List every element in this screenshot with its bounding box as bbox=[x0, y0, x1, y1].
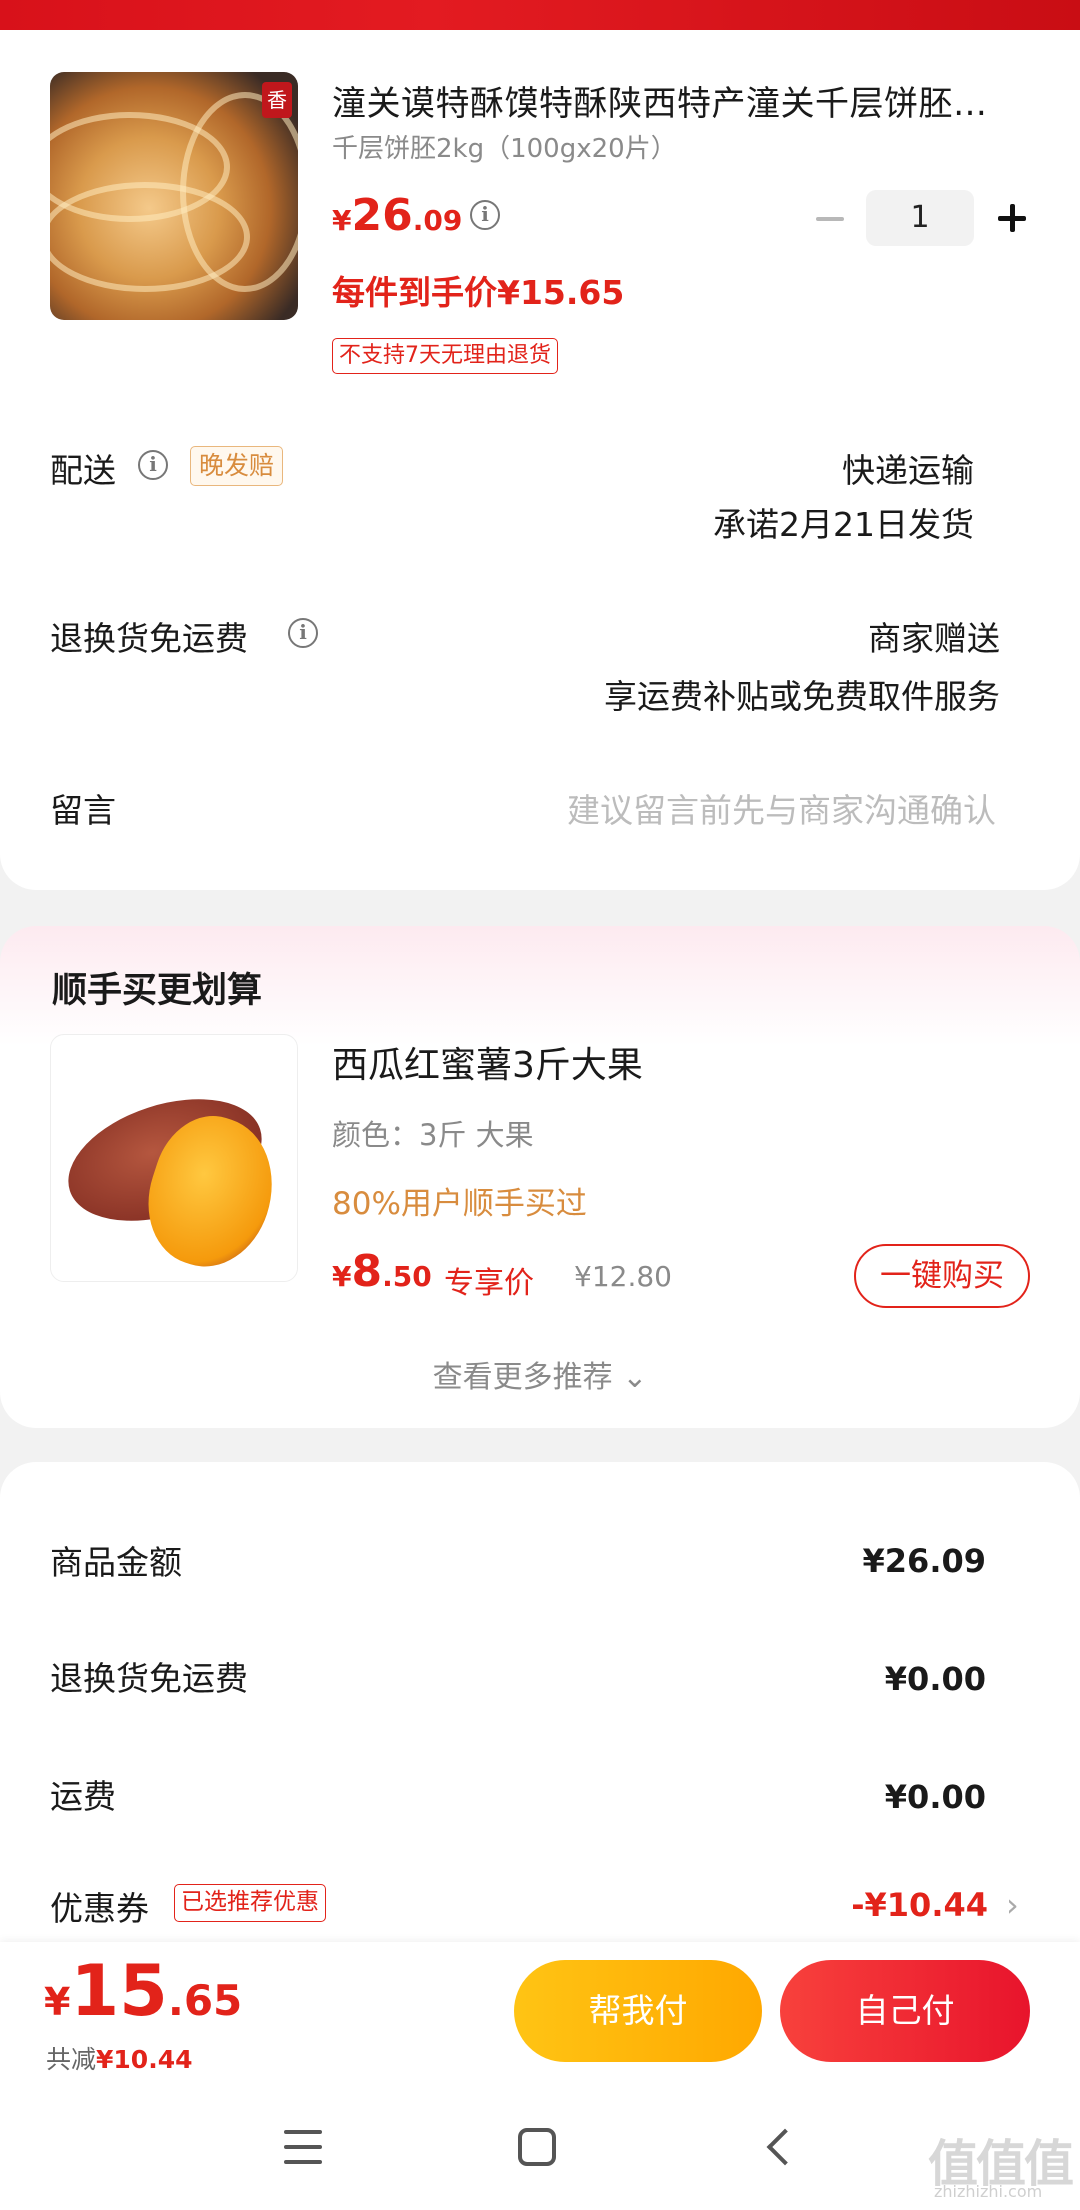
product-image-tag: 香 bbox=[262, 82, 292, 118]
summary-card bbox=[0, 1462, 1080, 1942]
minus-icon[interactable] bbox=[812, 200, 848, 236]
return-shipping-label: 退换货免运费 bbox=[50, 619, 248, 658]
unit-final-price: 每件到手价¥15.65 bbox=[332, 273, 625, 312]
quantity-input[interactable]: 1 bbox=[866, 190, 974, 246]
coupon-value[interactable]: -¥10.44 bbox=[851, 1886, 988, 1924]
recommend-spec: 颜色：3斤 大果 bbox=[332, 1118, 534, 1152]
recommend-price: ¥8.50 bbox=[332, 1246, 432, 1297]
chevron-right-icon[interactable]: › bbox=[1006, 1886, 1019, 1924]
shipping-label: 运费 bbox=[50, 1777, 116, 1816]
goods-amount-label: 商品金额 bbox=[50, 1543, 182, 1582]
return-fee-value: ¥0.00 bbox=[884, 1660, 986, 1698]
back-icon[interactable] bbox=[758, 2126, 798, 2170]
no-return-badge: 不支持7天无理由退货 bbox=[332, 338, 558, 374]
info-icon[interactable]: i bbox=[470, 200, 500, 230]
one-click-buy-button[interactable]: 一键购买 bbox=[854, 1244, 1030, 1308]
delivery-label: 配送 bbox=[50, 451, 116, 490]
total-price: ¥15.65 bbox=[44, 1950, 243, 2032]
recommend-name[interactable]: 西瓜红蜜薯3斤大果 bbox=[332, 1036, 643, 1088]
shipping-value: ¥0.00 bbox=[884, 1778, 986, 1816]
recommend-hint: 80%用户顺手买过 bbox=[332, 1186, 587, 1222]
more-recommend-link[interactable]: 查看更多推荐 ⌄ bbox=[0, 1352, 1080, 1396]
info-icon[interactable]: i bbox=[288, 618, 318, 648]
top-banner bbox=[0, 0, 1080, 30]
recommend-image[interactable] bbox=[50, 1034, 298, 1282]
total-saved: 共减¥10.44 bbox=[46, 2045, 193, 2074]
exclusive-price-label: 专享价 bbox=[444, 1266, 534, 1301]
delivery-promise: 承诺2月21日发货 bbox=[713, 505, 974, 544]
watermark-url: zhizhizhi.com bbox=[934, 2182, 1043, 2201]
home-icon[interactable] bbox=[518, 2128, 556, 2166]
return-fee-label: 退换货免运费 bbox=[50, 1659, 248, 1698]
product-price: ¥26.09 bbox=[332, 190, 463, 241]
info-icon[interactable]: i bbox=[138, 450, 168, 480]
original-price: ¥12.80 bbox=[574, 1260, 672, 1293]
menu-icon[interactable] bbox=[284, 2130, 322, 2164]
help-pay-button[interactable]: 帮我付 bbox=[514, 1960, 762, 2062]
message-label: 留言 bbox=[50, 791, 116, 830]
delivery-method: 快递运输 bbox=[842, 451, 974, 490]
late-compensation-tag: 晚发赔 bbox=[190, 446, 284, 486]
coupon-label: 优惠券 bbox=[50, 1889, 149, 1928]
message-input[interactable]: 建议留言前先与商家沟通确认 bbox=[567, 784, 996, 832]
self-pay-button[interactable]: 自己付 bbox=[780, 1960, 1030, 2062]
coupon-tag: 已选推荐优惠 bbox=[174, 1884, 326, 1922]
return-shipping-value: 商家赠送 bbox=[868, 619, 1000, 658]
return-shipping-desc: 享运费补贴或免费取件服务 bbox=[604, 677, 1000, 716]
product-image[interactable]: 香 bbox=[50, 72, 298, 320]
recommend-title: 顺手买更划算 bbox=[52, 971, 263, 1011]
product-title[interactable]: 潼关谟特酥馍特酥陕西特产潼关千层饼胚… bbox=[332, 76, 988, 125]
product-sku[interactable]: 千层饼胚2kg（100gx20片） bbox=[332, 128, 677, 165]
goods-amount-value: ¥26.09 bbox=[862, 1542, 986, 1580]
plus-icon[interactable] bbox=[994, 200, 1030, 236]
